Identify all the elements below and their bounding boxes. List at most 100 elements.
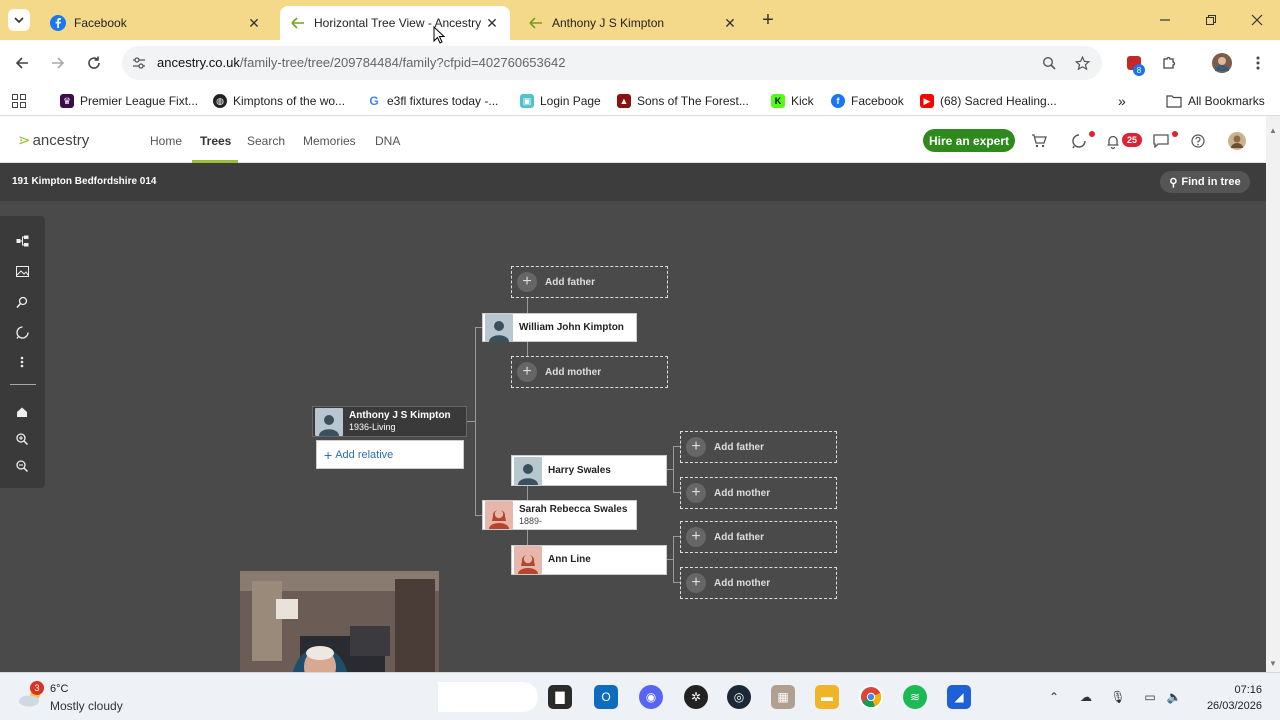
nav-trees[interactable]: Trees xyxy=(200,134,231,148)
apps-button[interactable] xyxy=(12,92,26,110)
spotify-icon[interactable]: ≋ xyxy=(903,685,927,709)
gallery-icon[interactable] xyxy=(13,262,31,280)
father-card[interactable]: William John Kimpton xyxy=(482,313,637,342)
address-bar[interactable]: ancestry.co.uk/family-tree/tree/20978448… xyxy=(122,46,1102,80)
extensions-button[interactable] xyxy=(1158,52,1180,74)
bookmark-star-icon[interactable] xyxy=(1073,54,1091,72)
forward-button[interactable] xyxy=(47,52,69,74)
outlook-icon[interactable]: O xyxy=(594,685,618,709)
close-icon[interactable]: ✕ xyxy=(484,15,500,31)
bell-icon[interactable] xyxy=(1104,132,1122,150)
all-bookmarks-button[interactable]: All Bookmarks xyxy=(1166,92,1265,110)
bookmark-sacred-healing[interactable]: ▶ (68) Sacred Healing... xyxy=(920,92,1057,110)
discord-icon[interactable]: ◉ xyxy=(639,685,663,709)
add-mother-button[interactable]: + Add mother xyxy=(511,356,668,388)
home-person-card[interactable]: Anthony J S Kimpton 1936-Living xyxy=(312,406,467,437)
profile-avatar[interactable] xyxy=(1211,52,1233,74)
extension-button[interactable]: 8 xyxy=(1123,52,1145,76)
bookmark-premier-league[interactable]: ♛ Premier League Fixt... xyxy=(60,92,198,110)
clock-date: 26/03/2026 xyxy=(1206,700,1262,712)
volume-icon[interactable]: 🔈 xyxy=(1166,689,1182,705)
scroll-up-icon[interactable]: ▲ xyxy=(1268,125,1278,135)
person-name: Sarah Rebecca Swales xyxy=(519,503,628,515)
maternal-grandmother-card[interactable]: Ann Line xyxy=(511,545,667,575)
zoom-icon[interactable] xyxy=(1040,54,1058,72)
bookmark-kimptons[interactable]: ◍ Kimptons of the wo... xyxy=(213,92,345,110)
tab-horizontal-tree-view[interactable]: Horizontal Tree View - Ancestry ✕ xyxy=(280,6,510,40)
add-father-button[interactable]: + Add father xyxy=(511,266,668,298)
browser-menu-button[interactable] xyxy=(1247,52,1269,74)
add-mother-button[interactable]: + Add mother xyxy=(680,567,837,599)
tray-overflow-icon[interactable]: ⌃ xyxy=(1046,689,1062,705)
nav-dna[interactable]: DNA xyxy=(375,134,400,148)
file-explorer-icon[interactable]: ▬ xyxy=(815,685,839,709)
hints-icon[interactable] xyxy=(1070,132,1088,150)
mother-card[interactable]: Sarah Rebecca Swales 1889- xyxy=(482,500,637,530)
bookmark-kick[interactable]: K Kick xyxy=(771,92,814,110)
arrow-right-icon xyxy=(52,57,65,69)
add-father-button[interactable]: + Add father xyxy=(680,431,837,463)
nav-memories[interactable]: Memories xyxy=(303,134,356,148)
taskbar-clock[interactable]: 07:16 26/03/2026 xyxy=(1200,682,1262,714)
restore-button[interactable] xyxy=(1201,10,1221,30)
user-avatar[interactable] xyxy=(1228,132,1246,150)
add-father-button[interactable]: + Add father xyxy=(680,521,837,553)
snipping-tool-icon[interactable]: ◢ xyxy=(947,685,971,709)
close-window-button[interactable] xyxy=(1247,10,1267,30)
bookmark-label: Login Page xyxy=(540,94,601,108)
task-view-icon[interactable]: ▇ xyxy=(548,685,572,709)
back-button[interactable] xyxy=(11,52,33,74)
reload-button[interactable] xyxy=(83,52,105,74)
zoom-in-icon[interactable] xyxy=(13,430,31,448)
ai-assistant-icon[interactable]: ✲ xyxy=(684,685,708,709)
page-scrollbar[interactable]: ▲ ▼ xyxy=(1266,116,1280,672)
maternal-grandfather-card[interactable]: Harry Swales xyxy=(511,455,667,486)
tab-search-button[interactable] xyxy=(8,9,30,31)
browser-tab-bar: Facebook ✕ Horizontal Tree View - Ancest… xyxy=(0,0,1280,40)
help-icon[interactable] xyxy=(1189,132,1207,150)
new-tab-button[interactable]: + xyxy=(758,9,778,31)
bookmark-sons-of-the-forest[interactable]: ▲ Sons of The Forest... xyxy=(617,92,749,110)
network-icon[interactable]: ▭ xyxy=(1142,689,1158,705)
person-search-icon[interactable] xyxy=(13,293,31,311)
female-silhouette-icon xyxy=(485,501,513,529)
more-bookmarks-button[interactable]: » xyxy=(1118,92,1126,110)
zoom-out-icon[interactable] xyxy=(13,457,31,475)
messages-icon[interactable] xyxy=(1152,132,1170,150)
tree-view-icon[interactable] xyxy=(13,232,31,250)
connector-line xyxy=(467,421,475,422)
nav-search[interactable]: Search xyxy=(247,134,285,148)
bookmark-label: Facebook xyxy=(851,94,904,108)
cart-icon[interactable] xyxy=(1030,132,1048,150)
tab-anthony-kimpton[interactable]: Anthony J S Kimpton ✕ xyxy=(518,6,748,40)
add-relative-button[interactable]: + Add relative xyxy=(316,440,464,469)
messages-notification-dot xyxy=(1172,131,1178,137)
microphone-icon[interactable]: 🎙 xyxy=(1110,689,1126,705)
home-icon[interactable] xyxy=(13,403,31,421)
comments-icon[interactable] xyxy=(13,323,31,341)
scroll-down-icon[interactable]: ▼ xyxy=(1268,658,1278,668)
minimize-button[interactable] xyxy=(1155,10,1175,30)
tab-facebook[interactable]: Facebook ✕ xyxy=(40,6,272,40)
chrome-icon[interactable] xyxy=(859,685,883,709)
site-settings-icon[interactable] xyxy=(130,54,148,72)
hire-expert-button[interactable]: Hire an expert xyxy=(923,129,1015,152)
close-icon[interactable]: ✕ xyxy=(246,15,262,31)
onedrive-icon[interactable]: ☁ xyxy=(1078,689,1094,705)
ancestry-logo[interactable]: ⋗ ancestry xyxy=(18,131,89,150)
close-icon[interactable]: ✕ xyxy=(722,15,738,31)
steam-icon[interactable]: ◎ xyxy=(727,685,751,709)
tree-name[interactable]: 191 Kimpton Bedfordshire 014 xyxy=(12,176,156,187)
ancestry-leaf-icon xyxy=(528,15,544,31)
nav-home[interactable]: Home xyxy=(150,134,182,148)
add-mother-button[interactable]: + Add mother xyxy=(680,477,837,509)
bookmark-login-page[interactable]: ▣ Login Page xyxy=(520,92,601,110)
male-silhouette-icon xyxy=(514,456,542,485)
bookmark-e3fl[interactable]: G e3fl fixtures today -... xyxy=(367,92,498,110)
more-options-icon[interactable] xyxy=(13,353,31,371)
game-app-icon[interactable]: ▦ xyxy=(771,685,795,709)
bookmark-facebook[interactable]: f Facebook xyxy=(831,92,904,110)
find-in-tree-button[interactable]: ⚲ Find in tree xyxy=(1160,171,1250,193)
taskbar-search-box[interactable] xyxy=(438,682,538,712)
female-silhouette-icon xyxy=(514,546,542,574)
